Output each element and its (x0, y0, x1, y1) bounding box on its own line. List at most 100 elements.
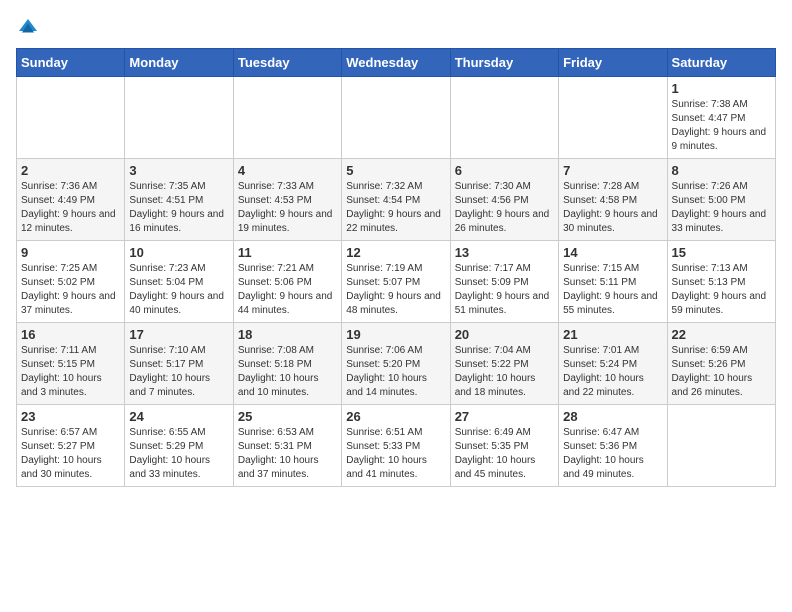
calendar-cell: 4 Sunrise: 7:33 AM Sunset: 4:53 PM Daylig… (233, 159, 341, 241)
day-info: Sunrise: 6:57 AM Sunset: 5:27 PM Dayligh… (21, 426, 120, 482)
calendar-cell: 1 Sunrise: 7:38 AM Sunset: 4:47 PM Daylig… (667, 77, 775, 159)
day-info: Sunrise: 7:06 AM Sunset: 5:20 PM Dayligh… (346, 344, 445, 400)
calendar-cell: 24 Sunrise: 6:55 AM Sunset: 5:29 PM Dayli… (125, 405, 233, 487)
day-info: Sunrise: 6:53 AM Sunset: 5:31 PM Dayligh… (238, 426, 337, 482)
day-number: 7 (563, 163, 662, 178)
weekday-header-sunday: Sunday (17, 49, 125, 77)
calendar-cell: 27 Sunrise: 6:49 AM Sunset: 5:35 PM Dayli… (450, 405, 558, 487)
calendar-cell: 16 Sunrise: 7:11 AM Sunset: 5:15 PM Dayli… (17, 323, 125, 405)
calendar-cell: 14 Sunrise: 7:15 AM Sunset: 5:11 PM Dayli… (559, 241, 667, 323)
day-number: 4 (238, 163, 337, 178)
calendar-cell (559, 77, 667, 159)
calendar-cell: 25 Sunrise: 6:53 AM Sunset: 5:31 PM Dayli… (233, 405, 341, 487)
weekday-header-friday: Friday (559, 49, 667, 77)
calendar-cell: 7 Sunrise: 7:28 AM Sunset: 4:58 PM Daylig… (559, 159, 667, 241)
day-number: 6 (455, 163, 554, 178)
page-header (16, 16, 776, 40)
day-info: Sunrise: 7:13 AM Sunset: 5:13 PM Dayligh… (672, 262, 771, 318)
calendar-cell: 3 Sunrise: 7:35 AM Sunset: 4:51 PM Daylig… (125, 159, 233, 241)
day-info: Sunrise: 7:04 AM Sunset: 5:22 PM Dayligh… (455, 344, 554, 400)
day-number: 16 (21, 327, 120, 342)
logo-icon (16, 16, 40, 40)
calendar-week-row: 2 Sunrise: 7:36 AM Sunset: 4:49 PM Daylig… (17, 159, 776, 241)
calendar-cell (667, 405, 775, 487)
day-number: 15 (672, 245, 771, 260)
day-info: Sunrise: 7:32 AM Sunset: 4:54 PM Dayligh… (346, 180, 445, 236)
day-info: Sunrise: 7:26 AM Sunset: 5:00 PM Dayligh… (672, 180, 771, 236)
day-info: Sunrise: 7:35 AM Sunset: 4:51 PM Dayligh… (129, 180, 228, 236)
day-info: Sunrise: 6:49 AM Sunset: 5:35 PM Dayligh… (455, 426, 554, 482)
day-number: 24 (129, 409, 228, 424)
calendar-cell: 21 Sunrise: 7:01 AM Sunset: 5:24 PM Dayli… (559, 323, 667, 405)
day-info: Sunrise: 7:15 AM Sunset: 5:11 PM Dayligh… (563, 262, 662, 318)
day-info: Sunrise: 7:08 AM Sunset: 5:18 PM Dayligh… (238, 344, 337, 400)
day-info: Sunrise: 7:28 AM Sunset: 4:58 PM Dayligh… (563, 180, 662, 236)
day-number: 25 (238, 409, 337, 424)
calendar-cell: 10Sunrise: 7:23 AM Sunset: 5:04 PM Dayli… (125, 241, 233, 323)
day-info: Sunrise: 7:33 AM Sunset: 4:53 PM Dayligh… (238, 180, 337, 236)
calendar-cell: 11 Sunrise: 7:21 AM Sunset: 5:06 PM Dayli… (233, 241, 341, 323)
day-info: Sunrise: 6:55 AM Sunset: 5:29 PM Dayligh… (129, 426, 228, 482)
day-number: 13 (455, 245, 554, 260)
calendar-cell: 6 Sunrise: 7:30 AM Sunset: 4:56 PM Daylig… (450, 159, 558, 241)
day-number: 17 (129, 327, 228, 342)
calendar-cell: 5 Sunrise: 7:32 AM Sunset: 4:54 PM Daylig… (342, 159, 450, 241)
weekday-header-tuesday: Tuesday (233, 49, 341, 77)
day-info: Sunrise: 7:21 AM Sunset: 5:06 PM Dayligh… (238, 262, 337, 318)
calendar-cell: 8 Sunrise: 7:26 AM Sunset: 5:00 PM Daylig… (667, 159, 775, 241)
day-info: Sunrise: 7:25 AM Sunset: 5:02 PM Dayligh… (21, 262, 120, 318)
calendar-cell (17, 77, 125, 159)
calendar-cell: 19 Sunrise: 7:06 AM Sunset: 5:20 PM Dayli… (342, 323, 450, 405)
calendar-cell: 22Sunrise: 6:59 AM Sunset: 5:26 PM Dayli… (667, 323, 775, 405)
weekday-header-saturday: Saturday (667, 49, 775, 77)
day-number: 5 (346, 163, 445, 178)
day-info: Sunrise: 6:47 AM Sunset: 5:36 PM Dayligh… (563, 426, 662, 482)
day-info: Sunrise: 7:30 AM Sunset: 4:56 PM Dayligh… (455, 180, 554, 236)
day-number: 1 (672, 81, 771, 96)
calendar-cell: 23 Sunrise: 6:57 AM Sunset: 5:27 PM Dayli… (17, 405, 125, 487)
day-number: 11 (238, 245, 337, 260)
day-number: 10 (129, 245, 228, 260)
day-number: 2 (21, 163, 120, 178)
day-number: 27 (455, 409, 554, 424)
calendar-week-row: 16 Sunrise: 7:11 AM Sunset: 5:15 PM Dayli… (17, 323, 776, 405)
calendar-cell: 26 Sunrise: 6:51 AM Sunset: 5:33 PM Dayli… (342, 405, 450, 487)
calendar-cell: 20 Sunrise: 7:04 AM Sunset: 5:22 PM Dayli… (450, 323, 558, 405)
day-info: Sunrise: 7:10 AM Sunset: 5:17 PM Dayligh… (129, 344, 228, 400)
calendar-cell: 13Sunrise: 7:17 AM Sunset: 5:09 PM Dayli… (450, 241, 558, 323)
calendar-cell: 17 Sunrise: 7:10 AM Sunset: 5:17 PM Dayli… (125, 323, 233, 405)
day-number: 9 (21, 245, 120, 260)
calendar-cell: 12 Sunrise: 7:19 AM Sunset: 5:07 PM Dayli… (342, 241, 450, 323)
day-number: 28 (563, 409, 662, 424)
day-number: 12 (346, 245, 445, 260)
day-number: 14 (563, 245, 662, 260)
day-info: Sunrise: 7:19 AM Sunset: 5:07 PM Dayligh… (346, 262, 445, 318)
weekday-header-monday: Monday (125, 49, 233, 77)
weekday-header-thursday: Thursday (450, 49, 558, 77)
weekday-header-wednesday: Wednesday (342, 49, 450, 77)
calendar-cell (233, 77, 341, 159)
day-info: Sunrise: 7:11 AM Sunset: 5:15 PM Dayligh… (21, 344, 120, 400)
day-number: 20 (455, 327, 554, 342)
day-info: Sunrise: 7:38 AM Sunset: 4:47 PM Dayligh… (672, 98, 771, 154)
calendar-table: SundayMondayTuesdayWednesdayThursdayFrid… (16, 48, 776, 487)
calendar-cell: 18Sunrise: 7:08 AM Sunset: 5:18 PM Dayli… (233, 323, 341, 405)
day-info: Sunrise: 7:36 AM Sunset: 4:49 PM Dayligh… (21, 180, 120, 236)
weekday-header-row: SundayMondayTuesdayWednesdayThursdayFrid… (17, 49, 776, 77)
day-info: Sunrise: 7:01 AM Sunset: 5:24 PM Dayligh… (563, 344, 662, 400)
calendar-week-row: 23 Sunrise: 6:57 AM Sunset: 5:27 PM Dayli… (17, 405, 776, 487)
calendar-cell (125, 77, 233, 159)
day-number: 21 (563, 327, 662, 342)
day-number: 26 (346, 409, 445, 424)
day-number: 3 (129, 163, 228, 178)
calendar-cell: 9 Sunrise: 7:25 AM Sunset: 5:02 PM Daylig… (17, 241, 125, 323)
logo (16, 16, 44, 40)
calendar-week-row: 1 Sunrise: 7:38 AM Sunset: 4:47 PM Daylig… (17, 77, 776, 159)
calendar-week-row: 9 Sunrise: 7:25 AM Sunset: 5:02 PM Daylig… (17, 241, 776, 323)
calendar-cell: 15 Sunrise: 7:13 AM Sunset: 5:13 PM Dayli… (667, 241, 775, 323)
day-number: 19 (346, 327, 445, 342)
day-number: 23 (21, 409, 120, 424)
calendar-cell: 28 Sunrise: 6:47 AM Sunset: 5:36 PM Dayli… (559, 405, 667, 487)
day-info: Sunrise: 6:51 AM Sunset: 5:33 PM Dayligh… (346, 426, 445, 482)
day-number: 8 (672, 163, 771, 178)
